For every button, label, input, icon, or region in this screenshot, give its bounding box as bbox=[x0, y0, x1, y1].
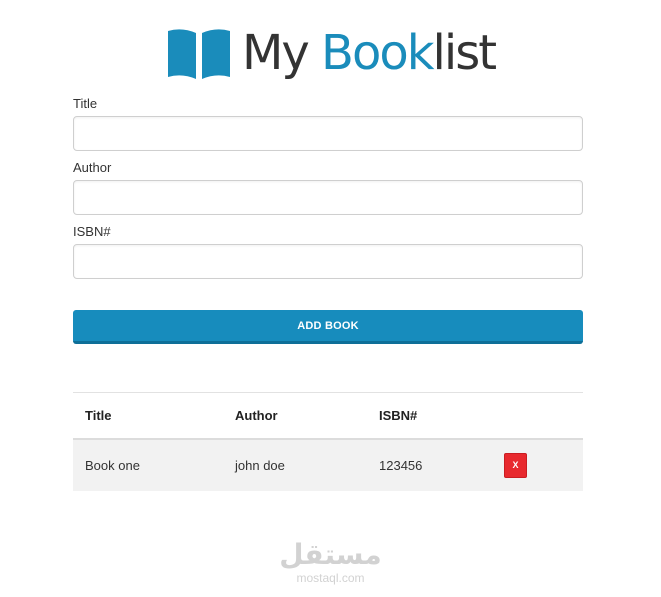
add-book-button[interactable]: Add Book bbox=[73, 310, 583, 344]
isbn-input[interactable] bbox=[73, 244, 583, 279]
book-action-cell: X bbox=[492, 439, 583, 491]
column-header-isbn: ISBN# bbox=[379, 407, 418, 423]
app-header: My Booklist bbox=[0, 22, 661, 84]
table-header: Title Author ISBN# bbox=[73, 392, 583, 439]
watermark-url: mostaql.com bbox=[296, 571, 365, 585]
book-title-cell: Book one bbox=[85, 457, 140, 473]
isbn-label: ISBN# bbox=[73, 224, 111, 239]
title-input[interactable] bbox=[73, 116, 583, 151]
open-book-icon bbox=[167, 29, 230, 79]
page-title: My Booklist bbox=[242, 29, 497, 77]
table-row: Book one john doe 123456 X bbox=[73, 438, 583, 491]
column-header-actions bbox=[492, 393, 583, 439]
author-label: Author bbox=[73, 160, 112, 175]
book-form: Title Author ISBN# bbox=[73, 96, 583, 288]
title-prefix: My bbox=[241, 25, 322, 81]
table-body: Book one john doe 123456 X bbox=[73, 438, 583, 491]
title-suffix: list bbox=[432, 25, 497, 81]
title-accent: Book bbox=[321, 25, 434, 81]
book-list: Title Author ISBN# Book one john doe 123… bbox=[73, 392, 583, 491]
author-input[interactable] bbox=[73, 180, 583, 215]
watermark-arabic: مستقل bbox=[279, 538, 382, 571]
title-label: Title bbox=[73, 96, 98, 111]
column-header-title: Title bbox=[85, 407, 112, 423]
watermark: مستقل mostaql.com bbox=[0, 538, 661, 586]
book-isbn-cell: 123456 bbox=[379, 457, 423, 473]
table-header-row: Title Author ISBN# bbox=[73, 392, 583, 439]
column-header-author: Author bbox=[235, 407, 278, 423]
delete-book-button[interactable]: X bbox=[504, 452, 527, 478]
book-author-cell: john doe bbox=[235, 457, 285, 473]
book-table: Title Author ISBN# Book one john doe 123… bbox=[73, 392, 583, 491]
